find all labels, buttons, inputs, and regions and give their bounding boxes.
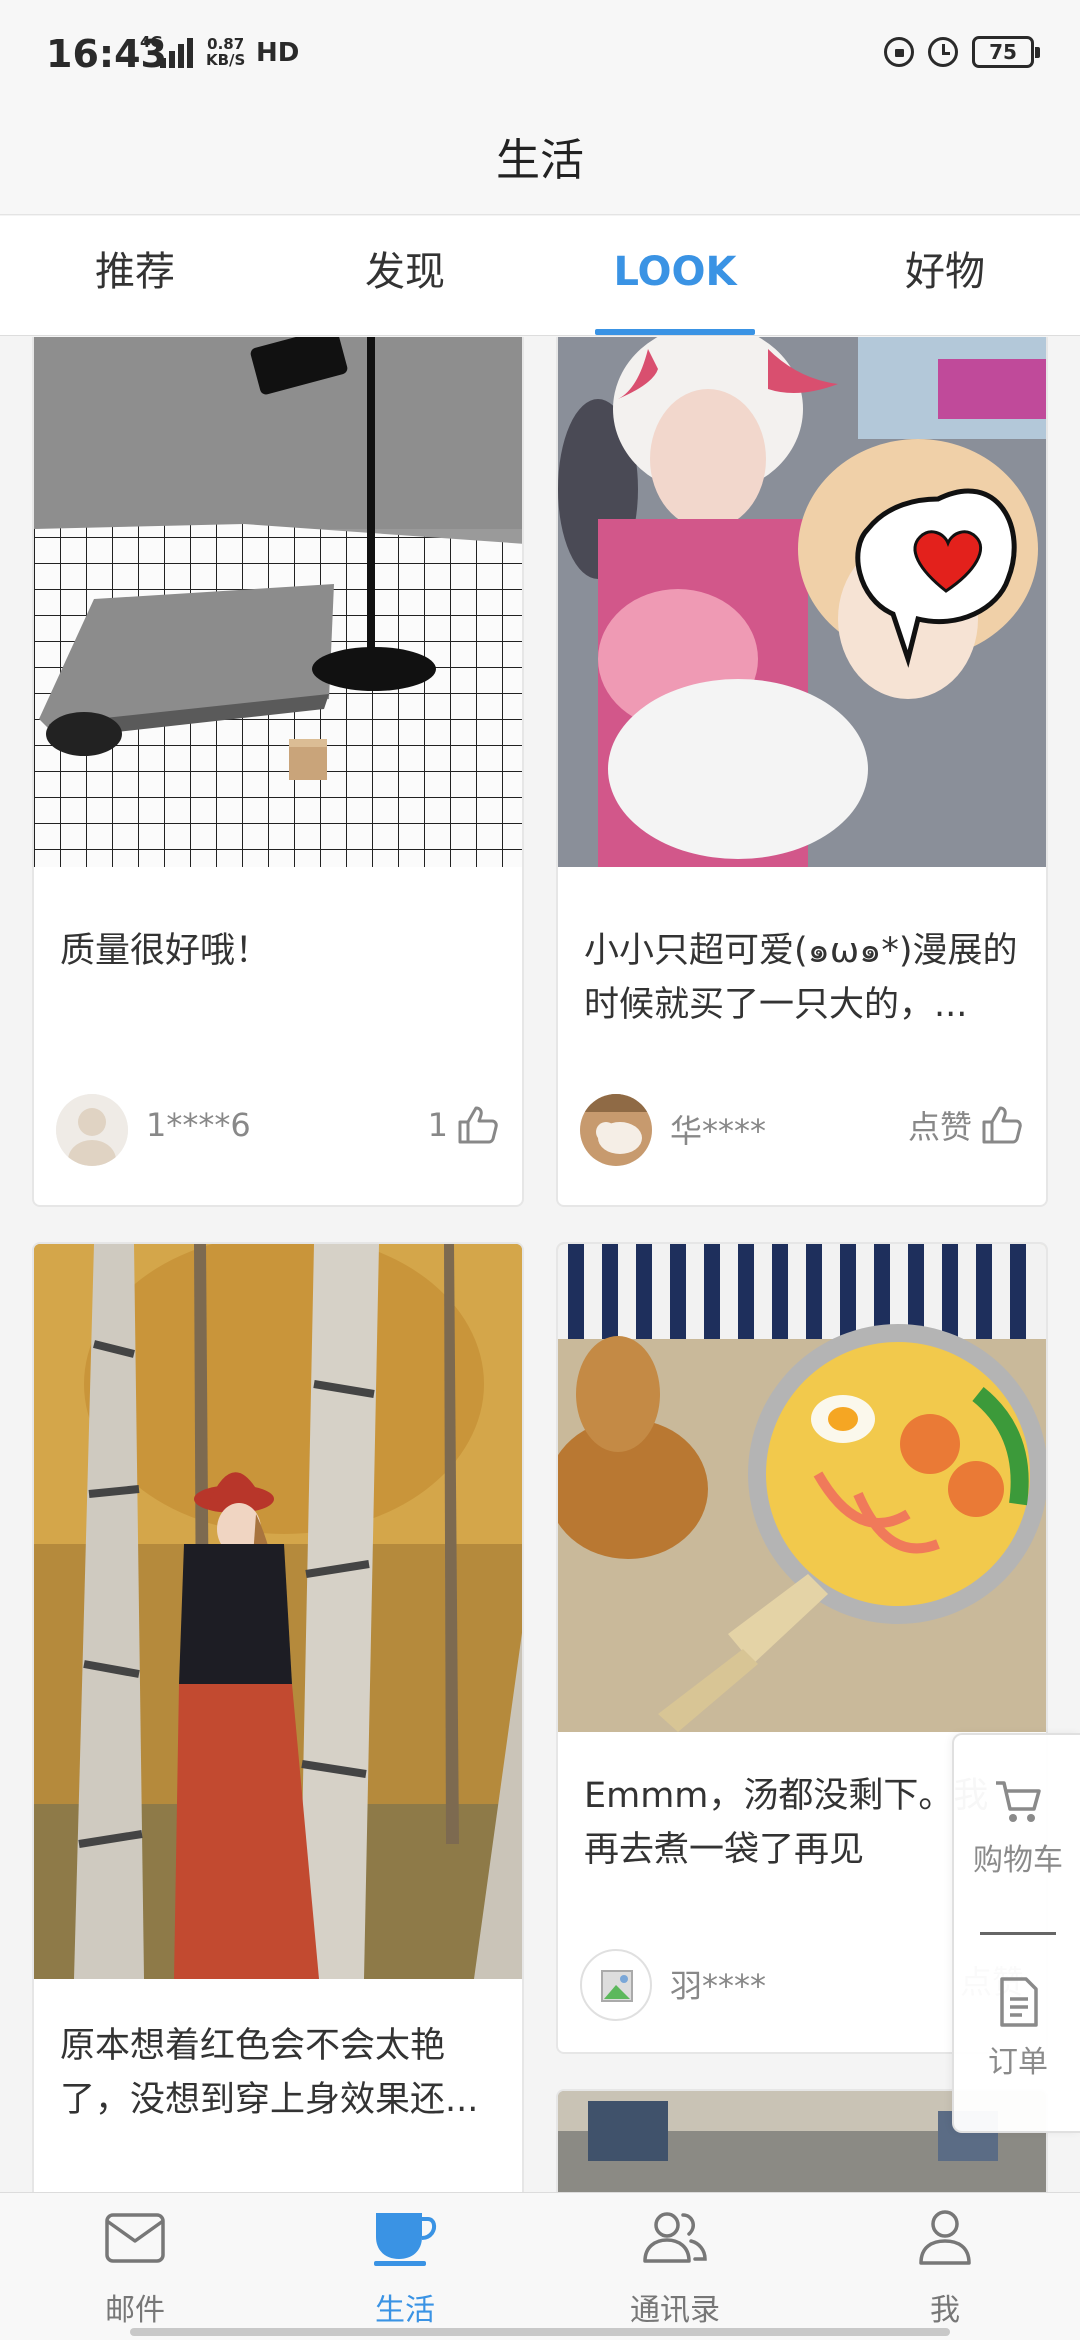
network-speed-unit: KB/S (206, 51, 246, 69)
network-speed: 0.87 KB/S (206, 36, 245, 68)
person-icon (919, 2210, 971, 2265)
app-header: 生活 (0, 110, 1080, 215)
nav-mail[interactable]: 邮件 (0, 2193, 270, 2340)
rotation-lock-icon (884, 37, 914, 67)
order-document-icon (1000, 1977, 1038, 2027)
cart-shortcut[interactable]: 购物车 (954, 1775, 1080, 1879)
status-bar: 16:43 4G 0.87 KB/S HD 75 (0, 0, 1080, 110)
post-card[interactable]: 质量很好哦！ 1****6 1 (32, 337, 524, 1207)
nav-contacts[interactable]: 通讯录 (540, 2193, 810, 2340)
tab-recommend[interactable]: 推荐 (0, 216, 270, 335)
like-count: 1 (427, 1106, 448, 1144)
nav-contacts-label: 通讯录 (630, 2293, 720, 2328)
signal-icon (160, 38, 196, 68)
post-card[interactable]: 原本想着红色会不会太艳了，没想到穿上身效果还... (32, 1242, 524, 2192)
tab-goods[interactable]: 好物 (810, 216, 1080, 335)
nav-me-label: 我 (930, 2293, 960, 2328)
order-shortcut[interactable]: 订单 (954, 1975, 1080, 2081)
user-name: 1****6 (146, 1106, 251, 1144)
cart-label: 购物车 (973, 1843, 1063, 1878)
post-image[interactable] (558, 337, 1046, 867)
panel-divider (980, 1932, 1056, 1935)
mail-icon (105, 2213, 165, 2263)
tab-discover[interactable]: 发现 (270, 216, 540, 335)
cup-icon (374, 2213, 437, 2266)
bottom-nav: 邮件 生活 通讯录 我 (0, 2192, 1080, 2340)
post-image[interactable] (34, 337, 522, 867)
feed-grid: 质量很好哦！ 1****6 1 小小只超可爱(๑ω๑*)漫展的时候就买了一只大的… (0, 337, 1080, 2192)
alarm-icon (928, 37, 958, 67)
user-avatar-placeholder (580, 1949, 652, 2021)
like-button[interactable]: 1 (428, 1102, 500, 1148)
nav-mail-label: 邮件 (105, 2293, 165, 2328)
nav-me[interactable]: 我 (810, 2193, 1080, 2340)
thumbs-up-icon (982, 1106, 1022, 1144)
network-speed-value: 0.87 (207, 35, 245, 53)
user-name: 华**** (670, 1112, 767, 1150)
tab-look[interactable]: LOOK (540, 216, 810, 335)
post-card[interactable]: 小小只超可爱(๑ω๑*)漫展的时候就买了一只大的，... 华**** 点赞 (556, 337, 1048, 1207)
floating-shortcut-panel: 购物车 订单 (952, 1733, 1080, 2133)
like-label: 点赞 (907, 1108, 972, 1146)
tab-bar: 推荐 发现 LOOK 好物 (0, 216, 1080, 336)
post-text: 原本想着红色会不会太艳了，没想到穿上身效果还... (60, 2026, 479, 2120)
battery-indicator: 75 (972, 36, 1040, 68)
user-avatar (56, 1094, 128, 1166)
order-label: 订单 (988, 2045, 1048, 2080)
contacts-icon (643, 2212, 707, 2263)
page-title: 生活 (496, 135, 584, 186)
nav-life-label: 生活 (375, 2293, 435, 2328)
thumbs-up-icon (458, 1106, 498, 1144)
nav-life[interactable]: 生活 (270, 2193, 540, 2340)
post-text: 小小只超可爱(๑ω๑*)漫展的时候就买了一只大的，... (584, 931, 1018, 1025)
user-avatar (580, 1094, 652, 1166)
user-name: 羽**** (670, 1967, 767, 2005)
post-image[interactable] (34, 1244, 522, 1979)
hd-label: HD (256, 38, 300, 68)
home-indicator (130, 2328, 950, 2336)
post-text: 质量很好哦！ (60, 931, 271, 971)
shopping-cart-icon (996, 1781, 1041, 1822)
post-image[interactable] (558, 1244, 1046, 1732)
like-button[interactable]: 点赞 (908, 1102, 1024, 1148)
